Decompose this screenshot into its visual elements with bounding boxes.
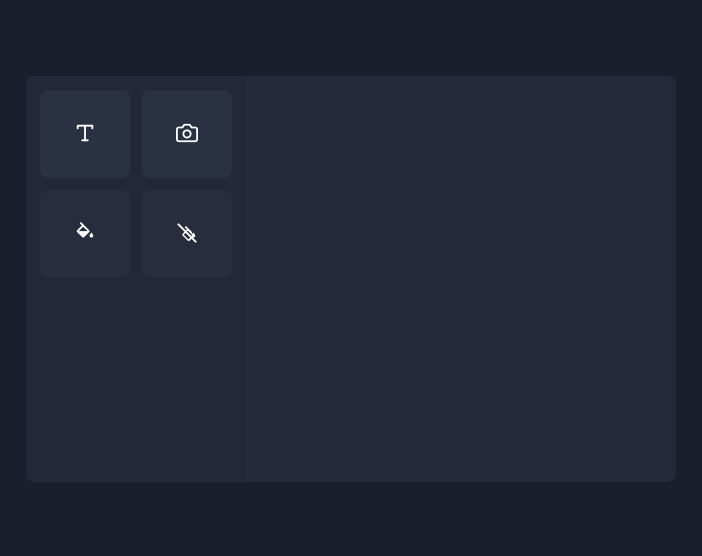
- no-fill-icon: [176, 222, 198, 247]
- tool-grid: [40, 90, 232, 278]
- camera-icon: [176, 122, 198, 147]
- fill-tool-button[interactable]: [40, 190, 130, 278]
- text-icon: [74, 122, 96, 147]
- fill-icon: [74, 222, 96, 247]
- text-tool-button[interactable]: [40, 90, 130, 178]
- tool-sidebar: [26, 76, 246, 482]
- no-fill-tool-button[interactable]: [142, 190, 232, 278]
- camera-tool-button[interactable]: [142, 90, 232, 178]
- editor-container: [0, 0, 702, 556]
- canvas-area[interactable]: [246, 76, 676, 482]
